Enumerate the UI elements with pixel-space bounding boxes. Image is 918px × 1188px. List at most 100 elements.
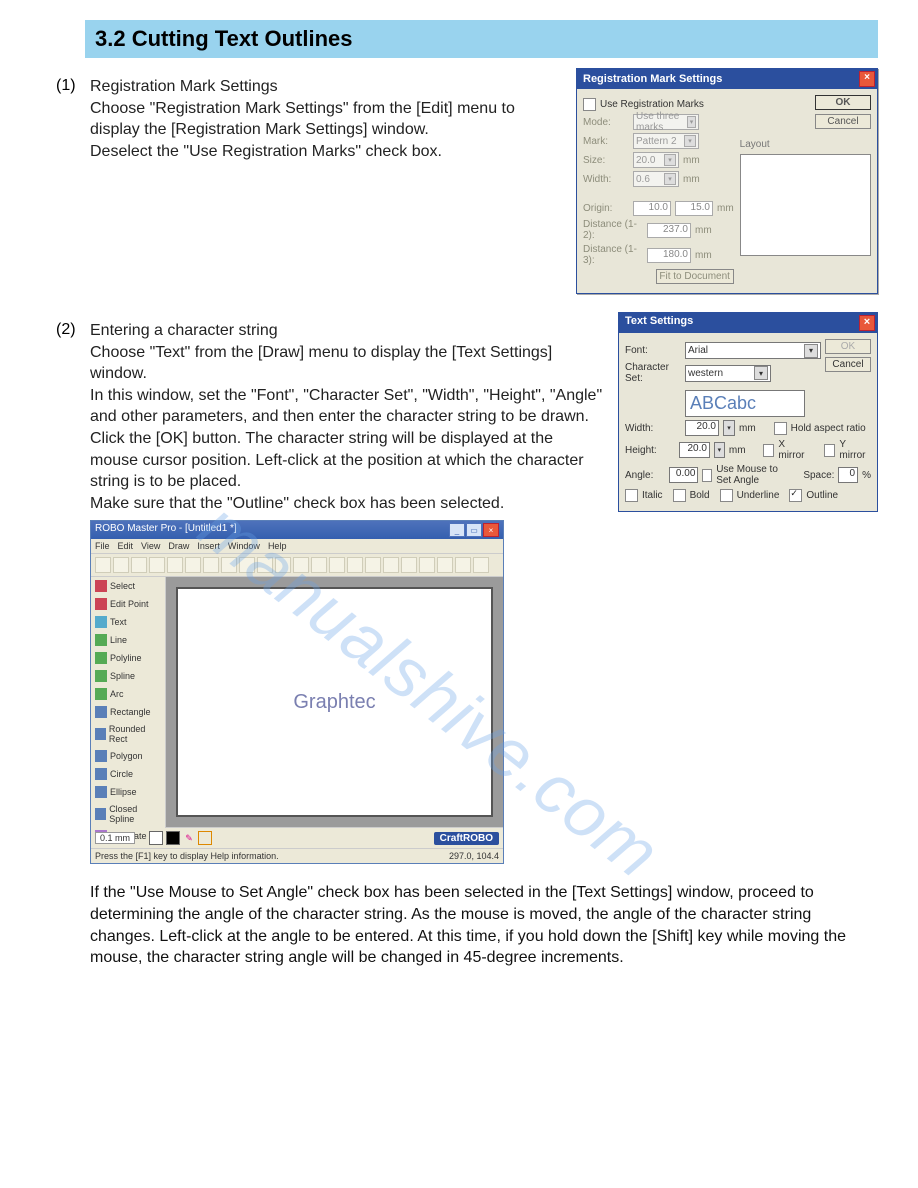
linewidth-input[interactable]: 0.6▾ (633, 171, 679, 187)
menu-file[interactable]: File (95, 541, 110, 551)
toolbar-icon[interactable] (365, 557, 381, 573)
mark-dropdown[interactable]: Pattern 2▾ (633, 133, 699, 149)
toolbar-icon[interactable] (239, 557, 255, 573)
spinner-icon[interactable]: ▾ (723, 420, 735, 436)
use-reg-marks-checkbox[interactable] (583, 98, 596, 111)
chevron-down-icon: ▾ (684, 135, 696, 147)
toolbar-icon[interactable] (113, 557, 129, 573)
unit-label: mm (729, 445, 746, 456)
size-input[interactable]: 20.0▾ (633, 152, 679, 168)
toolbar-icon[interactable] (293, 557, 309, 573)
xmirror-checkbox[interactable] (763, 444, 775, 457)
menu-view[interactable]: View (141, 541, 160, 551)
hold-aspect-checkbox[interactable] (774, 422, 787, 435)
close-icon[interactable]: × (483, 523, 499, 537)
tool-icon (95, 688, 107, 700)
origin-x-input[interactable]: 10.0 (633, 201, 671, 216)
italic-checkbox[interactable] (625, 489, 638, 502)
tool-label: Select (110, 581, 135, 591)
maximize-icon[interactable]: ▭ (466, 523, 482, 537)
tool-rounded-rect[interactable]: Rounded Rect (91, 721, 165, 747)
ymirror-checkbox[interactable] (824, 444, 836, 457)
toolbar-icon[interactable] (383, 557, 399, 573)
tool-ellipse[interactable]: Ellipse (91, 783, 165, 801)
origin-y-input[interactable]: 15.0 (675, 201, 713, 216)
cancel-button[interactable]: Cancel (815, 114, 871, 129)
outline-checkbox[interactable] (789, 489, 802, 502)
dialog-title: Text Settings (625, 315, 693, 331)
spinner-icon[interactable]: ▾ (714, 442, 725, 458)
tool-closed-spline[interactable]: Closed Spline (91, 801, 165, 827)
ok-button[interactable]: OK (815, 95, 871, 110)
width-input[interactable]: 20.0 (685, 420, 719, 436)
tool-polygon[interactable]: Polygon (91, 747, 165, 765)
toolbar-icon[interactable] (131, 557, 147, 573)
toolbar-icon[interactable] (455, 557, 471, 573)
toolbar-icon[interactable] (275, 557, 291, 573)
tool-icon (95, 580, 107, 592)
toolbar-icon[interactable] (347, 557, 363, 573)
mode-dropdown[interactable]: Use three marks▾ (633, 114, 699, 130)
menu-window[interactable]: Window (228, 541, 260, 551)
toolbar-icon[interactable] (95, 557, 111, 573)
underline-checkbox[interactable] (720, 489, 733, 502)
tool-label: Polygon (110, 751, 143, 761)
editor-canvas[interactable]: Graphtec (176, 587, 493, 817)
toolbar-icon[interactable] (185, 557, 201, 573)
menu-insert[interactable]: Insert (197, 541, 220, 551)
tool-icon (95, 808, 106, 820)
toolbar-icon[interactable] (329, 557, 345, 573)
space-input[interactable]: 0 (838, 467, 858, 483)
use-reg-marks-label: Use Registration Marks (600, 99, 704, 110)
cancel-button[interactable]: Cancel (825, 357, 871, 372)
tool-select[interactable]: Select (91, 577, 165, 595)
tool-label: Edit Point (110, 599, 149, 609)
tool-rectangle[interactable]: Rectangle (91, 703, 165, 721)
close-icon[interactable]: × (859, 71, 875, 87)
minimize-icon[interactable]: _ (449, 523, 465, 537)
dist12-input[interactable]: 237.0 (647, 223, 691, 238)
tool-text[interactable]: Text (91, 613, 165, 631)
step-1-number: (1) (56, 76, 90, 95)
tool-circle[interactable]: Circle (91, 765, 165, 783)
close-icon[interactable]: × (859, 315, 875, 331)
pen-icon[interactable]: ✎ (183, 832, 195, 844)
toolbar-icon[interactable] (167, 557, 183, 573)
height-input[interactable]: 20.0 (679, 442, 710, 458)
toolbar-icon[interactable] (149, 557, 165, 573)
toolbar-icon[interactable] (473, 557, 489, 573)
status-coords: 297.0, 104.4 (449, 851, 499, 861)
bold-checkbox[interactable] (673, 489, 686, 502)
pct-label: % (862, 470, 871, 481)
ok-button[interactable]: OK (825, 339, 871, 354)
toolbar-icon[interactable] (401, 557, 417, 573)
dist13-input[interactable]: 180.0 (647, 248, 691, 263)
line-style-icon[interactable] (198, 831, 212, 845)
toolbar-icon[interactable] (203, 557, 219, 573)
toolbar-icon[interactable] (257, 557, 273, 573)
unit-label: mm (683, 155, 700, 166)
menu-edit[interactable]: Edit (118, 541, 134, 551)
tool-spline[interactable]: Spline (91, 667, 165, 685)
toolbar-icon[interactable] (419, 557, 435, 573)
swatch-black[interactable] (166, 831, 180, 845)
tool-line[interactable]: Line (91, 631, 165, 649)
menu-help[interactable]: Help (268, 541, 287, 551)
swatch-white[interactable] (149, 831, 163, 845)
tool-edit-point[interactable]: Edit Point (91, 595, 165, 613)
mouse-angle-checkbox[interactable] (702, 469, 712, 482)
toolbar-icon[interactable] (221, 557, 237, 573)
menu-draw[interactable]: Draw (168, 541, 189, 551)
tool-polyline[interactable]: Polyline (91, 649, 165, 667)
outline-label: Outline (806, 490, 838, 501)
fit-document-button[interactable]: Fit to Document (656, 269, 734, 284)
dist13-label: Distance (1-3): (583, 244, 643, 266)
charset-dropdown[interactable]: western▾ (685, 365, 771, 382)
toolbar-icon[interactable] (437, 557, 453, 573)
space-label: Space: (803, 470, 834, 481)
tool-label: Rectangle (110, 707, 151, 717)
toolbar-icon[interactable] (311, 557, 327, 573)
tool-arc[interactable]: Arc (91, 685, 165, 703)
font-dropdown[interactable]: Arial▾ (685, 342, 821, 359)
angle-input[interactable]: 0.00 (669, 467, 699, 483)
